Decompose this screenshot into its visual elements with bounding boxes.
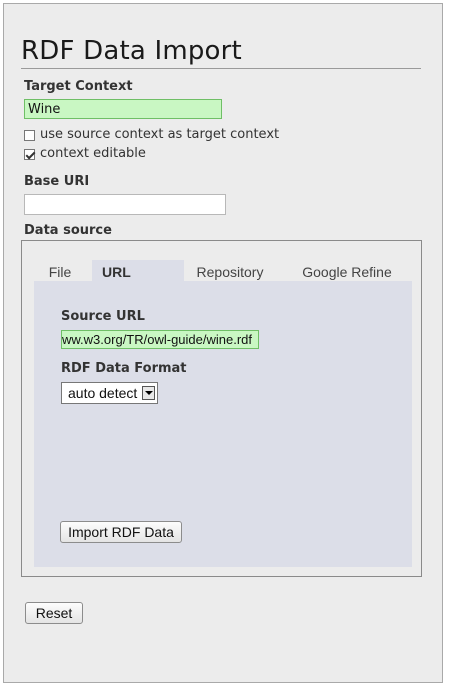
- context-editable-checkbox[interactable]: [24, 148, 35, 160]
- use-source-context-checkbox[interactable]: [24, 129, 35, 141]
- context-editable-label: context editable: [40, 146, 146, 161]
- context-editable-option[interactable]: context editable: [24, 146, 146, 162]
- chevron-down-icon[interactable]: [142, 386, 155, 400]
- title-divider: [21, 68, 421, 69]
- use-source-context-label: use source context as target context: [40, 127, 280, 142]
- base-uri-label: Base URI: [24, 174, 90, 189]
- rdf-format-selected-value: auto detect: [68, 385, 138, 401]
- use-source-context-option[interactable]: use source context as target context: [24, 127, 279, 143]
- page-title: RDF Data Import: [21, 36, 242, 66]
- source-url-label: Source URL: [61, 309, 145, 324]
- rdf-format-label: RDF Data Format: [61, 361, 187, 376]
- reset-button[interactable]: Reset: [25, 602, 83, 624]
- target-context-input[interactable]: [24, 99, 222, 119]
- source-url-input[interactable]: [61, 330, 259, 349]
- target-context-label: Target Context: [24, 79, 133, 94]
- base-uri-input[interactable]: [24, 194, 226, 215]
- rdf-format-select[interactable]: auto detect: [61, 382, 158, 404]
- data-source-label: Data source: [24, 223, 112, 238]
- import-rdf-data-button[interactable]: Import RDF Data: [60, 521, 182, 543]
